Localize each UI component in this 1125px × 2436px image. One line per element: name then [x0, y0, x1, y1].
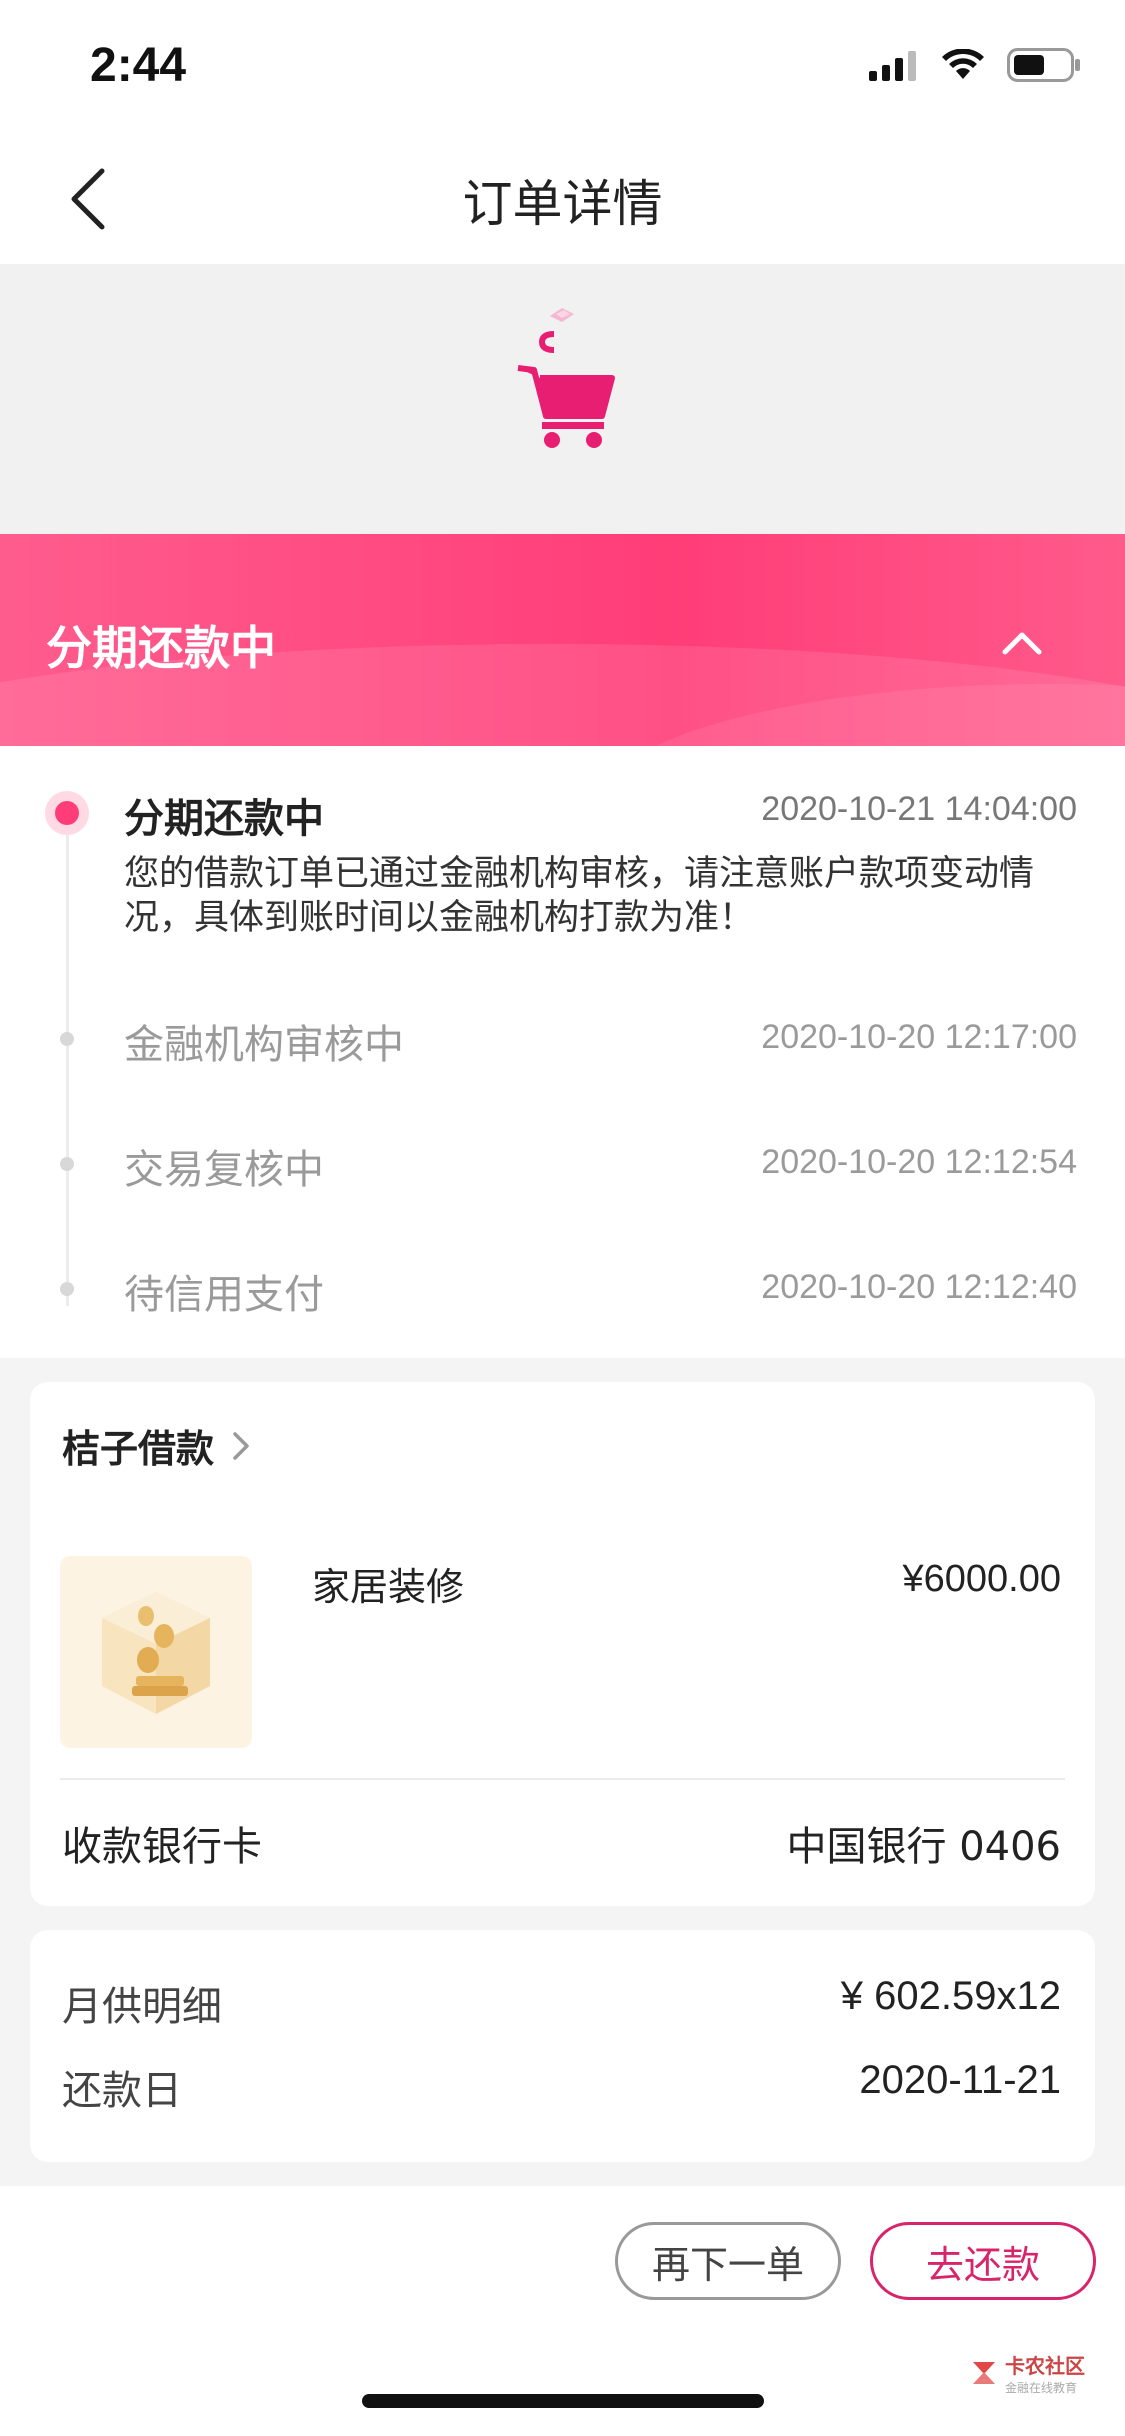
timeline-active-title: 分期还款中: [124, 796, 324, 842]
watermark-subtitle: 金融在线教育: [1005, 2381, 1078, 2395]
nav-bar: 订单详情: [0, 132, 1125, 264]
timeline-item-title: 待信用支付: [124, 1272, 324, 1318]
divider: [60, 1778, 1065, 1780]
wifi-icon: [942, 49, 984, 79]
watermark-title: 卡农社区: [1005, 2354, 1085, 2378]
timeline-dot-active: [45, 791, 89, 835]
battery-icon: [1007, 48, 1080, 82]
timeline-item-time: 2020-10-20 12:12:54: [761, 1143, 1077, 1181]
product-image: [60, 1556, 252, 1748]
merchant-name: 桔子借款: [62, 1427, 215, 1471]
due-date-value: 2020-11-21: [859, 2058, 1061, 2102]
gold-coins-icon: [102, 1592, 210, 1714]
shopping-cart-icon: [517, 308, 615, 448]
monthly-payment-value: ¥ 602.59x12: [840, 1974, 1061, 2018]
timeline-item-title: 交易复核中: [124, 1147, 324, 1193]
chevron-up-icon: [1002, 632, 1042, 655]
product-name: 家居装修: [312, 1565, 465, 1609]
product-card: 桔子借款 家居装修 ¥6000.00 收款银行卡 中国银行 0406: [30, 1382, 1095, 1906]
due-date-label: 还款日: [62, 2068, 182, 2114]
bank-card-label: 收款银行卡: [62, 1824, 262, 1870]
order-timeline: 分期还款中 2020-10-21 14:04:00 您的借款订单已通过金融机构审…: [0, 746, 1125, 1358]
page-title: 订单详情: [462, 175, 663, 233]
merchant-link[interactable]: 桔子借款: [62, 1418, 250, 1473]
timeline-active-description: 您的借款订单已通过金融机构审核，请注意账户款项变动情况，具体到账时间以金融机构打…: [124, 854, 1035, 938]
timeline-dot: [60, 1157, 74, 1171]
order-hero: [0, 264, 1125, 534]
timeline-dot: [60, 1282, 74, 1296]
timeline-active-time: 2020-10-21 14:04:00: [761, 790, 1077, 828]
timeline-item-time: 2020-10-20 12:17:00: [761, 1018, 1077, 1056]
status-banner: 分期还款中: [0, 534, 1125, 746]
signal-icon: [869, 51, 916, 81]
repay-button[interactable]: 去还款: [870, 2222, 1096, 2300]
timeline-dot: [60, 1032, 74, 1046]
timeline-item-title: 金融机构审核中: [124, 1022, 404, 1068]
repayment-card: 月供明细 ¥ 602.59x12 还款日 2020-11-21: [30, 1930, 1095, 2162]
product-price: ¥6000.00: [902, 1558, 1062, 1600]
watermark: 卡农社区 金融在线教育: [969, 2350, 1085, 2396]
banner-title: 分期还款中: [46, 621, 276, 675]
monthly-payment-label: 月供明细: [62, 1984, 222, 2030]
chevron-right-icon: [233, 1431, 249, 1460]
status-icons: [869, 48, 1081, 82]
home-indicator: [362, 2394, 764, 2408]
status-bar: 2:44: [0, 0, 1125, 132]
watermark-logo-icon: [973, 2362, 995, 2384]
collapse-toggle[interactable]: [999, 620, 1045, 666]
timeline-line: [66, 816, 69, 1306]
bank-card-value: 中国银行 0406: [786, 1824, 1061, 1870]
reorder-button[interactable]: 再下一单: [615, 2222, 841, 2300]
status-time: 2:44: [90, 39, 187, 92]
timeline-item-time: 2020-10-20 12:12:40: [761, 1268, 1077, 1306]
